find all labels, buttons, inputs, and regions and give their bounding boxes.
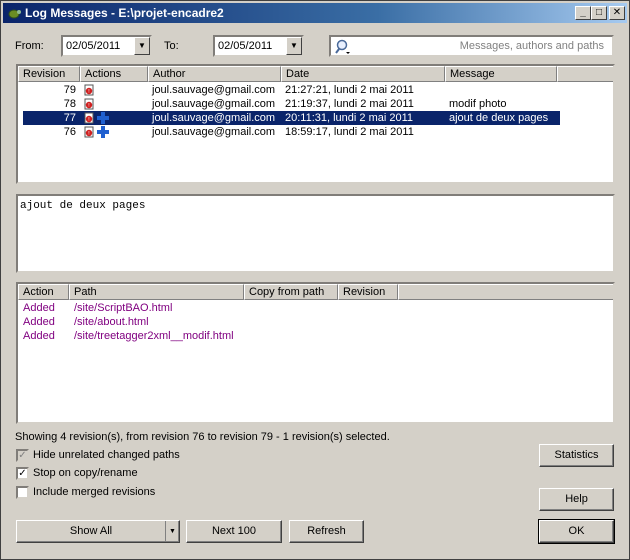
svg-text:!: ! [88, 117, 89, 123]
path-action: Added [23, 302, 55, 314]
to-label: To: [164, 40, 179, 52]
col-header-empty-2 [398, 284, 613, 300]
from-date-picker[interactable]: 02/05/2011 ▼ [61, 35, 152, 57]
window-title: Log Messages - E:\projet-encadre2 [25, 6, 224, 20]
revision-author: joul.sauvage@gmail.com [152, 126, 276, 138]
revision-message: modif photo [449, 98, 507, 110]
to-date-dropdown-icon[interactable]: ▼ [286, 37, 302, 55]
revision-row[interactable]: 76! joul.sauvage@gmail.com 18:59:17, lundi… [18, 125, 613, 139]
maximize-button[interactable]: □ [591, 6, 607, 20]
revision-date: 21:19:37, lundi 2 mai 2011 [285, 98, 414, 110]
revisions-list[interactable]: Revision Actions Author Date Message 79!… [16, 64, 615, 184]
svg-text:!: ! [88, 89, 89, 95]
show-all-dropdown-icon[interactable]: ▼ [165, 521, 179, 542]
svg-text:!: ! [88, 103, 89, 109]
col-header-path-revision[interactable]: Revision [338, 284, 398, 300]
search-input[interactable]: Messages, authors and paths [329, 35, 614, 57]
log-messages-window: Log Messages - E:\projet-encadre2 _ □ ✕ … [0, 0, 630, 560]
help-button[interactable]: Help [539, 488, 614, 511]
from-date-dropdown-icon[interactable]: ▼ [134, 37, 150, 55]
hide-unrelated-label: Hide unrelated changed paths [33, 449, 180, 461]
from-date-value: 02/05/2011 [66, 40, 121, 52]
path-value: /site/about.html [74, 316, 149, 328]
include-merged-checkbox[interactable] [16, 486, 29, 499]
search-icon[interactable] [335, 39, 351, 55]
col-header-path[interactable]: Path [69, 284, 244, 300]
revision-row[interactable]: 79! joul.sauvage@gmail.com 21:27:21, lundi… [18, 83, 613, 97]
show-all-label: Show All [69, 525, 113, 537]
path-action: Added [23, 316, 55, 328]
modified-icon: ! [84, 126, 94, 138]
changed-paths-list[interactable]: Action Path Copy from path Revision Adde… [16, 282, 615, 424]
stop-on-copy-checkbox[interactable]: ✓ [16, 467, 29, 480]
status-text: Showing 4 revision(s), from revision 76 … [15, 431, 390, 443]
revision-number: 77 [63, 112, 76, 124]
path-row[interactable]: Added /site/about.html [18, 315, 613, 329]
revision-message: ajout de deux pages [449, 112, 549, 124]
col-header-author[interactable]: Author [148, 66, 281, 82]
revision-row[interactable]: 77! joul.sauvage@gmail.com 20:11:31, lundi… [23, 111, 560, 125]
revision-author: joul.sauvage@gmail.com [152, 84, 276, 96]
stop-on-copy-label: Stop on copy/rename [33, 467, 138, 479]
revision-date: 20:11:31, lundi 2 mai 2011 [285, 112, 414, 124]
show-all-button[interactable]: Show All ▼ [16, 520, 180, 543]
col-header-revision[interactable]: Revision [18, 66, 80, 82]
modified-icon: ! [84, 98, 94, 110]
col-header-action[interactable]: Action [18, 284, 69, 300]
col-header-date[interactable]: Date [281, 66, 445, 82]
log-message-text[interactable]: ajout de deux pages [16, 194, 615, 273]
path-value: /site/treetagger2xml__modif.html [74, 330, 234, 342]
title-bar[interactable]: Log Messages - E:\projet-encadre2 _ □ ✕ [3, 3, 627, 23]
close-button[interactable]: ✕ [609, 6, 625, 20]
include-merged-label: Include merged revisions [33, 486, 156, 498]
path-row[interactable]: Added /site/treetagger2xml__modif.html [18, 329, 613, 343]
next-100-button[interactable]: Next 100 [186, 520, 282, 543]
to-date-picker[interactable]: 02/05/2011 ▼ [213, 35, 304, 57]
revision-author: joul.sauvage@gmail.com [152, 98, 276, 110]
refresh-button[interactable]: Refresh [289, 520, 364, 543]
statistics-button[interactable]: Statistics [539, 444, 614, 467]
col-header-actions[interactable]: Actions [80, 66, 148, 82]
minimize-button[interactable]: _ [575, 6, 591, 20]
hide-unrelated-checkbox[interactable]: ✓ [16, 449, 29, 462]
revision-date: 21:27:21, lundi 2 mai 2011 [285, 84, 414, 96]
added-icon [97, 126, 109, 138]
from-label: From: [15, 40, 44, 52]
col-header-message[interactable]: Message [445, 66, 557, 82]
modified-icon: ! [84, 84, 94, 96]
added-icon [97, 112, 109, 124]
modified-icon: ! [84, 112, 94, 124]
revision-row[interactable]: 78! joul.sauvage@gmail.com 21:19:37, lundi… [18, 97, 613, 111]
tortoise-app-icon [8, 9, 21, 19]
col-header-copy-from-path[interactable]: Copy from path [244, 284, 338, 300]
to-date-value: 02/05/2011 [218, 40, 273, 52]
revision-date: 18:59:17, lundi 2 mai 2011 [285, 126, 414, 138]
revision-number: 76 [63, 126, 76, 138]
path-row[interactable]: Added /site/ScriptBAO.html [18, 301, 613, 315]
search-placeholder: Messages, authors and paths [459, 40, 604, 52]
ok-button[interactable]: OK [538, 519, 615, 544]
revision-number: 78 [63, 98, 76, 110]
path-action: Added [23, 330, 55, 342]
col-header-empty [557, 66, 613, 82]
revision-number: 79 [63, 84, 76, 96]
path-value: /site/ScriptBAO.html [74, 302, 173, 314]
revision-author: joul.sauvage@gmail.com [152, 112, 276, 124]
svg-text:!: ! [88, 131, 89, 137]
